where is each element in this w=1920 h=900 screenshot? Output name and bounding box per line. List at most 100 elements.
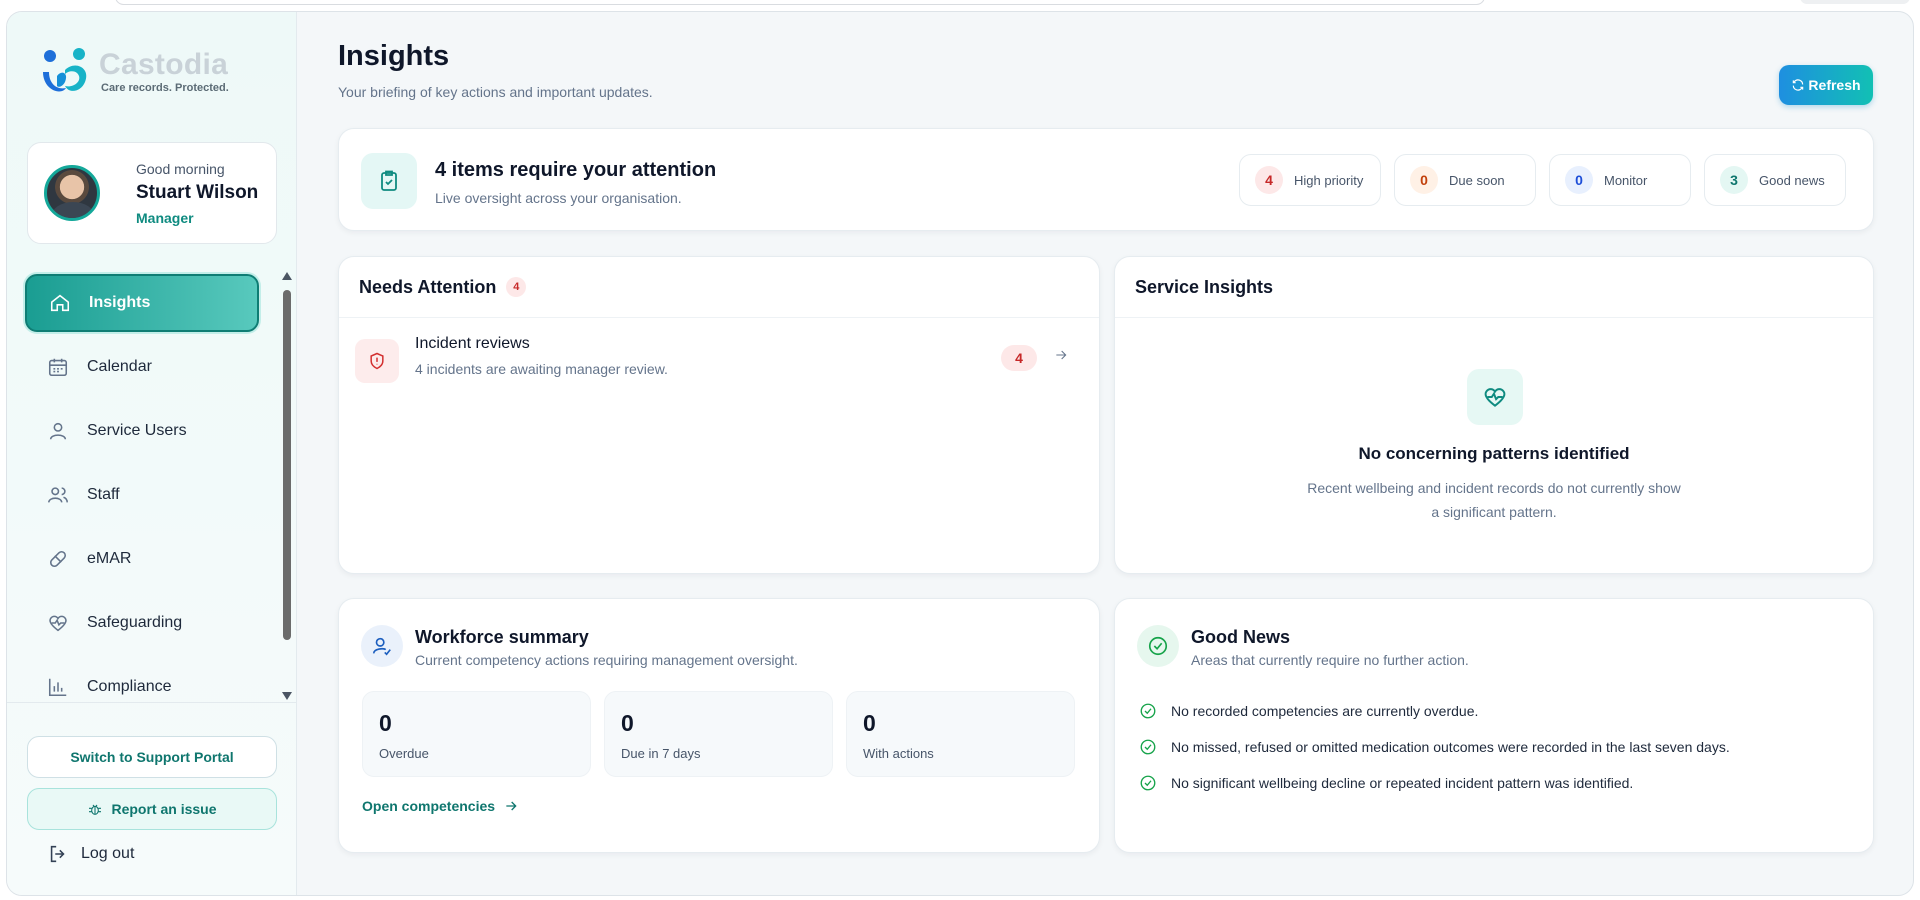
section-subtitle: Areas that currently require no further … [1191, 652, 1469, 668]
heart-pulse-icon [49, 615, 67, 632]
logout-icon [50, 845, 65, 863]
list-item: No recorded competencies are currently o… [1139, 693, 1730, 729]
switch-portal-button[interactable]: Switch to Support Portal [27, 736, 277, 778]
list-item: No missed, refused or omitted medication… [1139, 729, 1730, 765]
sidebar-scrollbar[interactable] [281, 272, 293, 702]
pill-good-news[interactable]: 3 Good news [1704, 154, 1846, 206]
brand-tagline: Care records. Protected. [101, 82, 229, 94]
pill-high-priority[interactable]: 4 High priority [1239, 154, 1381, 206]
card-title: Service Insights [1135, 276, 1274, 297]
service-insights-card: Service Insights No concerning patterns … [1114, 256, 1874, 574]
scroll-down-arrow[interactable] [282, 692, 292, 700]
stat-value: 0 [863, 710, 876, 736]
calendar-icon [48, 358, 68, 377]
brand-logo[interactable]: Castodia Care records. Protected. [35, 42, 229, 102]
user-role: Manager [136, 210, 194, 226]
address-bar[interactable] [115, 0, 1485, 5]
logout-button[interactable]: Log out [47, 843, 134, 865]
bar-chart-icon [48, 678, 67, 697]
attention-subtitle: Live oversight across your organisation. [435, 190, 682, 206]
empty-state-title: No concerning patterns identified [1358, 444, 1630, 463]
refresh-label: Refresh [1808, 77, 1861, 93]
stat-value: 0 [621, 710, 634, 736]
pill-count: 0 [1565, 166, 1593, 194]
sidebar-item-insights[interactable]: Insights [25, 274, 259, 332]
arrow-right-icon[interactable] [1053, 347, 1073, 367]
page-subtitle: Your briefing of key actions and importa… [338, 84, 653, 100]
user-icon [49, 422, 67, 440]
pill-icon [49, 550, 67, 568]
logout-label: Log out [81, 845, 135, 862]
browser-extension-area[interactable] [1800, 0, 1910, 4]
scroll-thumb[interactable] [283, 290, 291, 640]
pill-count: 3 [1720, 166, 1748, 194]
sidebar-item-label: Compliance [87, 678, 172, 695]
section-subtitle: Current competency actions requiring man… [415, 652, 798, 668]
report-issue-button[interactable]: Report an issue [27, 788, 277, 830]
stat-due-7-days: 0 Due in 7 days [604, 691, 833, 777]
good-news-card: Good News Areas that currently require n… [1114, 598, 1874, 853]
check-circle-icon [1140, 703, 1156, 719]
item-count-badge: 4 [1001, 345, 1037, 371]
item-title: Incident reviews [415, 335, 530, 352]
list-item: No significant wellbeing decline or repe… [1139, 765, 1730, 801]
pill-label: Good news [1759, 172, 1825, 188]
good-news-list: No recorded competencies are currently o… [1139, 693, 1730, 801]
user-profile-card[interactable]: Good morning Stuart Wilson Manager [27, 142, 277, 244]
stat-value: 0 [379, 710, 392, 736]
empty-state-text: Recent wellbeing and incident records do… [1307, 480, 1681, 520]
sidebar-item-label: eMAR [87, 550, 132, 567]
brand-name: Castodia [99, 48, 229, 81]
sidebar-item-emar[interactable]: eMAR [25, 530, 259, 588]
sidebar: Castodia Care records. Protected. Good m… [7, 12, 297, 895]
pill-count: 4 [1255, 166, 1283, 194]
sidebar-item-staff[interactable]: Staff [25, 466, 259, 524]
pill-count: 0 [1410, 166, 1438, 194]
sidebar-item-calendar[interactable]: Calendar [25, 338, 259, 396]
list-item-text: No missed, refused or omitted medication… [1171, 739, 1730, 755]
refresh-button[interactable]: Refresh [1779, 65, 1873, 105]
sidebar-item-label: Staff [87, 486, 120, 503]
bug-icon [89, 804, 102, 815]
home-icon [50, 294, 70, 312]
stat-overdue: 0 Overdue [362, 691, 591, 777]
sidebar-item-label: Safeguarding [87, 614, 183, 631]
pill-label: Due soon [1449, 172, 1505, 188]
shield-alert-icon [355, 339, 399, 383]
attention-title: 4 items require your attention [435, 159, 717, 181]
sidebar-footer: Switch to Support Portal Report an issue… [7, 702, 296, 895]
pill-monitor[interactable]: 0 Monitor [1549, 154, 1691, 206]
attention-summary-card: 4 items require your attention Live over… [338, 128, 1874, 231]
avatar [44, 165, 100, 221]
workforce-summary-card: Workforce summary Current competency act… [338, 598, 1100, 853]
service-insights-header: Service Insights [1115, 257, 1873, 318]
list-item-text: No recorded competencies are currently o… [1171, 703, 1479, 719]
check-circle-icon [1140, 775, 1156, 791]
stat-with-actions: 0 With actions [846, 691, 1075, 777]
users-icon [48, 487, 68, 503]
stat-label: Overdue [379, 746, 429, 761]
browser-toolbar [0, 0, 1920, 10]
app-window: Castodia Care records. Protected. Good m… [6, 11, 1914, 896]
open-competencies-link[interactable]: Open competencies [362, 798, 519, 814]
sidebar-item-safeguarding[interactable]: Safeguarding [25, 594, 259, 652]
sidebar-item-label: Service Users [87, 422, 187, 439]
refresh-icon [1793, 79, 1804, 91]
report-issue-label: Report an issue [111, 801, 217, 817]
stat-label: Due in 7 days [621, 746, 701, 761]
pill-due-soon[interactable]: 0 Due soon [1394, 154, 1536, 206]
sidebar-nav: Insights Calendar Service Users Staff eM… [25, 274, 259, 722]
user-name: Stuart Wilson [136, 182, 259, 203]
needs-attention-header: Needs Attention 4 [339, 257, 1099, 318]
item-subtitle: 4 incidents are awaiting manager review. [415, 361, 668, 377]
castodia-logo-icon [43, 48, 87, 92]
heart-pulse-icon [1467, 369, 1523, 425]
incident-reviews-item[interactable]: Incident reviews 4 incidents are awaitin… [355, 335, 1083, 391]
check-circle-icon [1137, 625, 1179, 667]
scroll-up-arrow[interactable] [282, 272, 292, 280]
greeting-text: Good morning [136, 161, 225, 177]
pill-label: High priority [1294, 172, 1364, 188]
card-title: Needs Attention [359, 276, 497, 297]
count-badge: 4 [506, 277, 527, 297]
sidebar-item-service-users[interactable]: Service Users [25, 402, 259, 460]
